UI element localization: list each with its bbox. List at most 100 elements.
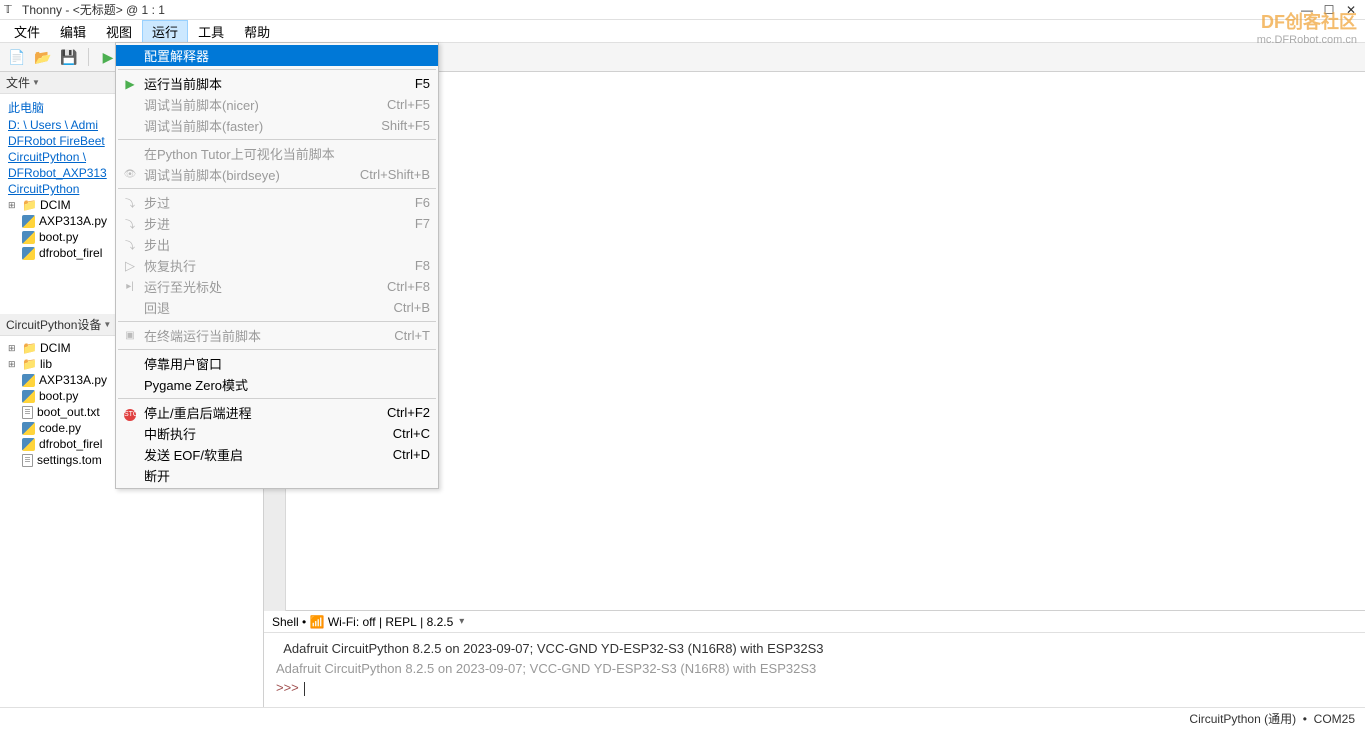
menu-item-label: 步过 [144, 193, 170, 212]
menu-shortcut: Shift+F5 [341, 118, 430, 133]
menu-编辑[interactable]: 编辑 [50, 20, 96, 43]
menu-separator [118, 69, 436, 70]
run-menu-item[interactable]: STOP停止/重启后端进程Ctrl+F2 [116, 402, 438, 423]
menu-item-label: 恢复执行 [144, 256, 196, 275]
tree-item-label: DCIM [40, 198, 71, 212]
menu-shortcut: Ctrl+T [354, 328, 430, 343]
menu-shortcut: F7 [375, 216, 430, 231]
expander-icon[interactable]: ⊞ [8, 343, 18, 354]
eye-icon: 👁 [122, 169, 138, 180]
expander-icon[interactable]: ⊞ [8, 200, 18, 211]
stop-icon: STOP [122, 404, 138, 421]
files-panel-title: 文件 [6, 74, 30, 91]
minimize-button[interactable]: — [1297, 3, 1317, 17]
menu-item-label: 回退 [144, 298, 170, 317]
run-menu-item: ⤵步出 [116, 234, 438, 255]
menu-shortcut: F5 [375, 76, 430, 91]
menu-item-label: 中断执行 [144, 424, 196, 443]
menu-item-label: 发送 EOF/软重启 [144, 445, 243, 464]
menu-工具[interactable]: 工具 [188, 20, 234, 43]
tree-item-label: code.py [39, 421, 81, 435]
close-button[interactable]: ✕ [1341, 3, 1361, 17]
python-file-icon [22, 422, 35, 435]
save-file-button[interactable]: 💾 [58, 46, 80, 68]
new-file-button[interactable]: 📄 [6, 46, 28, 68]
run-menu-item: 调试当前脚本(faster) Shift+F5 [116, 115, 438, 136]
menu-item-label: 调试当前脚本(faster) [144, 116, 263, 135]
folder-icon: 📁 [22, 198, 36, 212]
menu-帮助[interactable]: 帮助 [234, 20, 280, 43]
shell-line-1: Adafruit CircuitPython 8.2.5 on 2023-09-… [276, 639, 1353, 659]
run-menu-item[interactable]: ▶运行当前脚本F5 [116, 73, 438, 94]
files-dropdown-icon[interactable]: ▼ [32, 78, 40, 87]
menu-item-label: 停靠用户窗口 [144, 354, 222, 373]
menu-视图[interactable]: 视图 [96, 20, 142, 43]
status-sep: • [1296, 712, 1314, 726]
step-icon: ⤵ [122, 237, 138, 252]
run-menu-item: 在Python Tutor上可视化当前脚本 [116, 143, 438, 164]
resume-icon: ▷ [122, 258, 138, 274]
expander-icon[interactable]: ⊞ [8, 359, 18, 370]
menu-文件[interactable]: 文件 [4, 20, 50, 43]
shell-sep2: | [376, 615, 386, 629]
run-menu-item: ⤵ 步过 F6 [116, 192, 438, 213]
menu-item-label: 配置解释器 [144, 46, 209, 65]
port-status[interactable]: COM25 [1314, 712, 1355, 726]
menu-shortcut: F8 [375, 258, 430, 273]
menu-separator [118, 349, 436, 350]
tree-item-label: settings.tom [37, 453, 102, 467]
run-menu-item[interactable]: 断开 [116, 465, 438, 486]
wifi-icon: 📶 [310, 615, 328, 629]
shell-menu-icon[interactable]: ▾ [459, 616, 464, 627]
run-menu-item: ⤵步进F7 [116, 213, 438, 234]
run-menu-item[interactable]: 停靠用户窗口 [116, 353, 438, 374]
menu-separator [118, 321, 436, 322]
python-file-icon [22, 374, 35, 387]
tree-item-label: lib [40, 357, 52, 371]
device-panel-title: CircuitPython设备 [6, 316, 101, 333]
menu-运行[interactable]: 运行 [142, 20, 188, 43]
run-menu-item: ▷ 恢复执行 F8 [116, 255, 438, 276]
shell-title: Shell [272, 615, 299, 629]
menu-item-label: Pygame Zero模式 [144, 375, 248, 394]
tree-item-label: dfrobot_firel [39, 246, 102, 260]
menu-shortcut: Ctrl+F5 [347, 97, 430, 112]
terminal-icon: ▣ [122, 330, 138, 341]
run-menu-dropdown: 配置解释器▶运行当前脚本F5调试当前脚本(nicer)Ctrl+F5调试当前脚本… [115, 42, 439, 489]
run-menu-item[interactable]: 发送 EOF/软重启Ctrl+D [116, 444, 438, 465]
shell-header: Shell • 📶 Wi-Fi: off | REPL | 8.2.5 ▾ [264, 611, 1365, 633]
menu-item-label: 运行至光标处 [144, 277, 222, 296]
run-menu-item[interactable]: Pygame Zero模式 [116, 374, 438, 395]
interpreter-status[interactable]: CircuitPython (通用) [1189, 710, 1296, 727]
run-menu-item: 回退 Ctrl+B [116, 297, 438, 318]
shell-sep1: • [299, 615, 310, 629]
text-file-icon [22, 406, 33, 419]
shell-prompt-line[interactable]: >>> [276, 678, 1353, 698]
python-file-icon [22, 247, 35, 260]
menu-item-label: 停止/重启后端进程 [144, 403, 252, 422]
device-dropdown-icon[interactable]: ▼ [103, 320, 111, 329]
step-icon: ⤵ [122, 195, 138, 210]
shell-body[interactable]: Adafruit CircuitPython 8.2.5 on 2023-09-… [264, 633, 1365, 707]
run-menu-item[interactable]: 中断执行 Ctrl+C [116, 423, 438, 444]
tree-item-label: AXP313A.py [39, 214, 107, 228]
run-menu-item: 调试当前脚本(nicer)Ctrl+F5 [116, 94, 438, 115]
menu-separator [118, 139, 436, 140]
menu-item-label: 在Python Tutor上可视化当前脚本 [144, 144, 335, 163]
tree-item-label: boot_out.txt [37, 405, 100, 419]
cursor-icon: ▸| [122, 281, 138, 292]
toolbar-separator [88, 48, 89, 66]
open-file-button[interactable]: 📂 [32, 46, 54, 68]
maximize-button[interactable]: ☐ [1319, 3, 1339, 17]
menu-item-label: 在终端运行当前脚本 [144, 326, 261, 345]
menu-item-label: 断开 [144, 466, 170, 485]
text-file-icon [22, 454, 33, 467]
step-icon: ⤵ [122, 216, 138, 231]
menu-item-label: 调试当前脚本(birdseye) [144, 165, 280, 184]
shell-line-2: Adafruit CircuitPython 8.2.5 on 2023-09-… [276, 659, 1353, 679]
python-file-icon [22, 390, 35, 403]
menu-shortcut: Ctrl+B [354, 300, 430, 315]
menu-shortcut: F6 [375, 195, 430, 210]
menu-shortcut: Ctrl+C [353, 426, 430, 441]
run-menu-item[interactable]: 配置解释器 [116, 45, 438, 66]
